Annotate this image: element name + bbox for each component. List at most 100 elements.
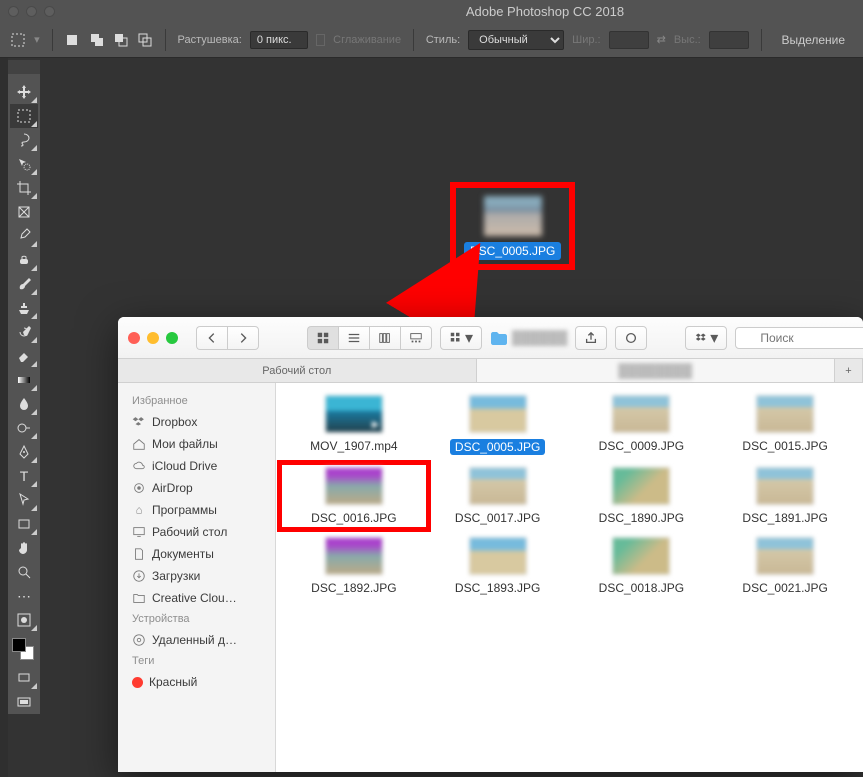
rectangle-tool[interactable] bbox=[10, 512, 38, 536]
sidebar-item[interactable]: ⌂Программы bbox=[118, 499, 275, 521]
screen-mode-btn[interactable] bbox=[10, 690, 38, 714]
file-thumbnail bbox=[612, 467, 670, 505]
view-icons-button[interactable] bbox=[307, 326, 338, 350]
style-select[interactable]: Обычный bbox=[468, 30, 564, 50]
blur-tool[interactable] bbox=[10, 392, 38, 416]
marquee-tool[interactable] bbox=[10, 104, 38, 128]
feather-input[interactable] bbox=[250, 31, 308, 49]
svg-text:⌂: ⌂ bbox=[136, 505, 143, 517]
file-name: DSC_1891.JPG bbox=[742, 511, 827, 525]
sidebar-item[interactable]: Удаленный д… bbox=[118, 629, 275, 651]
hand-tool[interactable] bbox=[10, 536, 38, 560]
eraser-tool[interactable] bbox=[10, 344, 38, 368]
finder-maximize[interactable] bbox=[166, 332, 178, 344]
file-item[interactable]: DSC_0018.JPG bbox=[572, 537, 712, 595]
view-list-button[interactable] bbox=[338, 326, 369, 350]
finder-tab[interactable]: Рабочий стол bbox=[118, 359, 477, 382]
add-selection-icon[interactable] bbox=[88, 29, 104, 51]
file-name: DSC_0018.JPG bbox=[599, 581, 684, 595]
sidebar-item[interactable]: Dropbox bbox=[118, 411, 275, 433]
select-and-mask-button[interactable]: Выделение bbox=[773, 29, 853, 51]
path-control[interactable]: ██████ bbox=[490, 330, 567, 345]
search-input[interactable] bbox=[735, 327, 863, 349]
move-tool[interactable] bbox=[10, 80, 38, 104]
sidebar-tag[interactable]: Красный bbox=[118, 671, 275, 693]
type-tool[interactable]: T bbox=[10, 464, 38, 488]
swap-wh-icon[interactable]: ⇄ bbox=[657, 33, 666, 46]
frame-tool[interactable] bbox=[10, 200, 38, 224]
view-gallery-button[interactable] bbox=[400, 326, 432, 350]
sidebar-item[interactable]: iCloud Drive bbox=[118, 455, 275, 477]
foreground-color-swatch[interactable] bbox=[12, 638, 26, 652]
new-tab-button[interactable]: + bbox=[835, 359, 863, 382]
sidebar-item[interactable]: Документы bbox=[118, 543, 275, 565]
file-thumbnail bbox=[325, 467, 383, 505]
file-thumbnail bbox=[325, 395, 383, 433]
forward-button[interactable] bbox=[227, 326, 259, 350]
arrange-button[interactable]: ▾ bbox=[440, 326, 482, 350]
toolbox: T ⋯ bbox=[8, 74, 40, 714]
lasso-tool[interactable] bbox=[10, 128, 38, 152]
eyedropper-tool[interactable] bbox=[10, 224, 38, 248]
file-name: DSC_1890.JPG bbox=[599, 511, 684, 525]
minimize-window[interactable] bbox=[26, 6, 37, 17]
marquee-tool-icon[interactable] bbox=[10, 29, 26, 51]
path-select-tool[interactable] bbox=[10, 488, 38, 512]
share-button[interactable] bbox=[575, 326, 607, 350]
zoom-tool[interactable] bbox=[10, 560, 38, 584]
file-item[interactable]: DSC_1892.JPG bbox=[284, 537, 424, 595]
view-columns-button[interactable] bbox=[369, 326, 400, 350]
height-input[interactable] bbox=[709, 31, 749, 49]
close-window[interactable] bbox=[8, 6, 19, 17]
file-item[interactable]: DSC_1890.JPG bbox=[572, 467, 712, 525]
sidebar-item[interactable]: Creative Clou… bbox=[118, 587, 275, 609]
crop-tool[interactable] bbox=[10, 176, 38, 200]
dropbox-button[interactable]: ▾ bbox=[685, 326, 727, 350]
file-item[interactable]: DSC_0021.JPG bbox=[715, 537, 855, 595]
width-input[interactable] bbox=[609, 31, 649, 49]
quick-mask-tool[interactable] bbox=[10, 608, 38, 632]
sidebar-item[interactable]: Мои файлы bbox=[118, 433, 275, 455]
quick-select-tool[interactable] bbox=[10, 152, 38, 176]
finder-close[interactable] bbox=[128, 332, 140, 344]
antialias-checkbox[interactable] bbox=[316, 34, 325, 46]
pen-tool[interactable] bbox=[10, 440, 38, 464]
edit-toolbar[interactable]: ⋯ bbox=[10, 584, 38, 608]
file-item[interactable]: DSC_0005.JPG bbox=[428, 395, 568, 455]
subtract-selection-icon[interactable] bbox=[113, 29, 129, 51]
brush-tool[interactable] bbox=[10, 272, 38, 296]
color-swatches[interactable] bbox=[10, 636, 38, 666]
sidebar-item-label: Creative Clou… bbox=[152, 591, 237, 605]
sidebar-item[interactable]: Рабочий стол bbox=[118, 521, 275, 543]
file-item[interactable]: DSC_0009.JPG bbox=[572, 395, 712, 455]
file-item[interactable]: MOV_1907.mp4 bbox=[284, 395, 424, 455]
file-item[interactable]: DSC_0015.JPG bbox=[715, 395, 855, 455]
file-thumbnail bbox=[325, 537, 383, 575]
sidebar-devices-header: Устройства bbox=[118, 609, 275, 629]
finder-window: ▾ ██████ ▾ Рабочий стол ████████ + Избра… bbox=[118, 317, 863, 772]
back-button[interactable] bbox=[196, 326, 227, 350]
sidebar-item[interactable]: Загрузки bbox=[118, 565, 275, 587]
clone-stamp-tool[interactable] bbox=[10, 296, 38, 320]
screen-mode-tool[interactable] bbox=[10, 666, 38, 690]
healing-tool[interactable] bbox=[10, 248, 38, 272]
gradient-tool[interactable] bbox=[10, 368, 38, 392]
intersect-selection-icon[interactable] bbox=[137, 29, 153, 51]
file-item[interactable]: DSC_0017.JPG bbox=[428, 467, 568, 525]
width-label: Шир.: bbox=[572, 34, 600, 46]
file-item[interactable]: DSC_0016.JPG bbox=[284, 467, 424, 525]
drag-thumbnail bbox=[484, 196, 542, 236]
tags-button[interactable] bbox=[615, 326, 647, 350]
history-brush-tool[interactable] bbox=[10, 320, 38, 344]
file-item[interactable]: DSC_1893.JPG bbox=[428, 537, 568, 595]
finder-minimize[interactable] bbox=[147, 332, 159, 344]
sidebar-item[interactable]: AirDrop bbox=[118, 477, 275, 499]
dodge-tool[interactable] bbox=[10, 416, 38, 440]
finder-tab[interactable]: ████████ bbox=[477, 359, 836, 382]
maximize-window[interactable] bbox=[44, 6, 55, 17]
file-item[interactable]: DSC_1891.JPG bbox=[715, 467, 855, 525]
file-thumbnail bbox=[756, 537, 814, 575]
new-selection-icon[interactable] bbox=[64, 29, 80, 51]
file-thumbnail bbox=[469, 537, 527, 575]
file-grid[interactable]: MOV_1907.mp4DSC_0005.JPGDSC_0009.JPGDSC_… bbox=[276, 383, 863, 772]
